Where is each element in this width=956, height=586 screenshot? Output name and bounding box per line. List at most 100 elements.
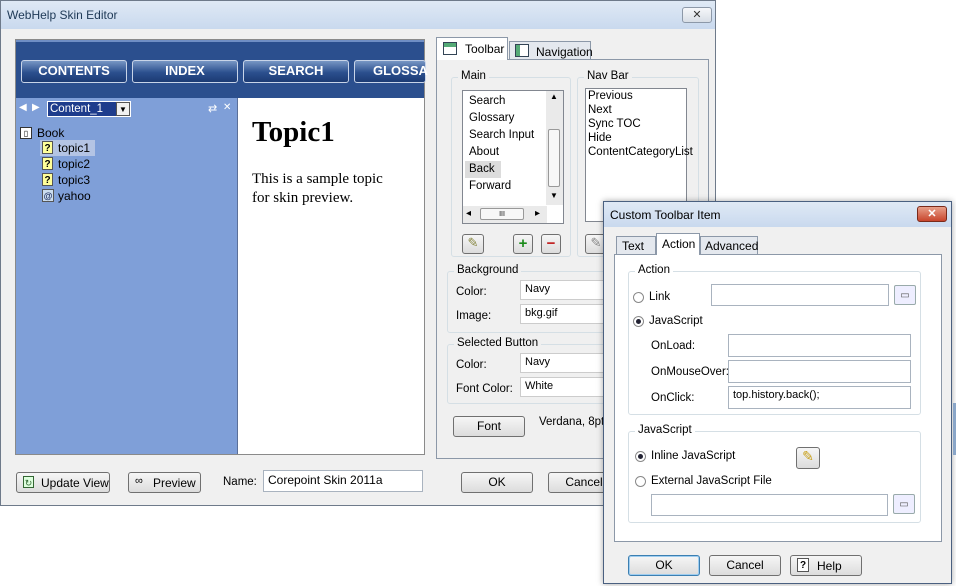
remove-item-button[interactable]: − [541, 234, 561, 254]
add-item-button[interactable]: + [513, 234, 533, 254]
onclick-label: OnClick: [651, 392, 695, 404]
preview-button[interactable]: ∞ Preview [128, 472, 201, 493]
pencil-icon: ✎ [590, 235, 602, 250]
search-nav-button[interactable]: SEARCH [243, 60, 349, 83]
main-group-label: Main [458, 70, 489, 82]
close-button[interactable]: ✕ [682, 7, 712, 23]
folder-icon: ▭ [900, 290, 910, 301]
scroll-down-icon[interactable]: ▼ [550, 191, 558, 200]
javascript-group-label: JavaScript [635, 424, 695, 436]
custom-toolbar-item-dialog: Custom Toolbar Item ✕ Text Action Advanc… [603, 201, 952, 584]
book-icon: ▯ [20, 127, 32, 139]
browse-script-button[interactable]: ▭ [893, 494, 915, 514]
scroll-thumb[interactable] [548, 129, 560, 187]
tab-advanced[interactable]: Advanced [700, 236, 758, 254]
onmouseover-input[interactable] [728, 360, 911, 383]
list-item[interactable]: Previous [586, 89, 633, 103]
toc-content-dropdown[interactable]: Content_1 ▼ [47, 101, 131, 117]
tab-navigation[interactable]: Navigation [509, 41, 593, 60]
list-item[interactable]: Hide [586, 131, 612, 145]
dialog-ok-button[interactable]: OK [628, 555, 700, 576]
external-javascript-input[interactable] [651, 494, 888, 516]
toc-back-icon[interactable]: ◀ [19, 102, 27, 113]
update-view-button[interactable]: ↻ Update View [16, 472, 110, 493]
window-title: WebHelp Skin Editor [7, 8, 118, 22]
toc-item-label: yahoo [58, 189, 91, 203]
tab-label: Action [662, 237, 696, 251]
tab-action[interactable]: Action [656, 233, 700, 255]
onload-label: OnLoad: [651, 340, 696, 352]
chevron-down-icon[interactable]: ▼ [116, 102, 130, 116]
list-item[interactable]: ContentCategoryList [586, 145, 693, 159]
toc-item-topic1[interactable]: ? topic1 [40, 140, 95, 156]
list-item[interactable]: Next [586, 103, 612, 117]
main-items-list[interactable]: Search Glossary Search Input About Back … [462, 90, 564, 224]
list-item[interactable]: Search [463, 93, 545, 110]
toc-item-label: topic2 [58, 157, 91, 171]
toc-item-yahoo[interactable]: @ yahoo [40, 188, 100, 204]
scroll-left-icon[interactable]: ◂ [466, 208, 471, 219]
toc-item-topic3[interactable]: ? topic3 [40, 172, 100, 188]
inline-javascript-radio[interactable] [635, 451, 646, 462]
list-item[interactable]: Forward [463, 178, 545, 195]
vertical-scrollbar[interactable]: ▲ ▼ [546, 91, 563, 205]
list-item[interactable]: Sync TOC [586, 117, 641, 131]
tab-text[interactable]: Text [616, 236, 656, 254]
scroll-right-icon[interactable]: ▸ [535, 208, 540, 219]
list-item-selected[interactable]: Back [465, 161, 501, 178]
tab-label: Advanced [705, 239, 759, 253]
onload-input[interactable] [728, 334, 911, 357]
index-nav-button[interactable]: INDEX [132, 60, 238, 83]
topic-icon: ? [42, 141, 53, 154]
toc-item-topic2[interactable]: ? topic2 [40, 156, 100, 172]
skin-name-input[interactable]: Corepoint Skin 2011a [263, 470, 423, 492]
javascript-label: JavaScript [649, 315, 703, 327]
font-value: Verdana, 8pt, [539, 416, 608, 428]
scroll-thumb[interactable]: III [480, 208, 524, 220]
action-tab-panel: Action Link ▭ JavaScript OnLoad: OnMouse… [614, 254, 942, 542]
bg-image-label: Image: [456, 310, 492, 322]
background-group-label: Background [454, 264, 522, 276]
preview-nav-bar: CONTENTS INDEX SEARCH GLOSSA [16, 40, 428, 98]
contents-nav-button[interactable]: CONTENTS [21, 60, 127, 83]
dialog-close-button[interactable]: ✕ [917, 206, 947, 222]
topic-icon: ? [42, 173, 53, 186]
pencil-icon: ✎ [802, 448, 814, 464]
sync-icon[interactable]: ⇄ [208, 102, 217, 115]
toc-item-label: Book [37, 126, 65, 140]
remote-url-icon: @ [42, 189, 54, 202]
edit-item-button[interactable]: ✎ [462, 234, 484, 254]
browse-link-button[interactable]: ▭ [894, 285, 916, 305]
link-label: Link [649, 291, 671, 303]
horizontal-scrollbar[interactable]: ◂ III ▸ [463, 206, 547, 223]
list-item[interactable]: Search Input [463, 127, 545, 144]
toc-forward-icon[interactable]: ▶ [32, 102, 40, 113]
list-item[interactable]: Glossary [463, 110, 545, 127]
font-color-label: Font Color: [456, 383, 513, 395]
tab-toolbar[interactable]: Toolbar [436, 37, 508, 60]
dialog-help-button[interactable]: ? Help [790, 555, 862, 576]
dialog-cancel-button[interactable]: Cancel [709, 555, 781, 576]
javascript-radio[interactable] [633, 316, 644, 327]
bg-color-label: Color: [456, 286, 487, 298]
external-javascript-radio[interactable] [635, 476, 646, 487]
glasses-icon: ∞ [135, 475, 143, 487]
link-input[interactable] [711, 284, 889, 306]
main-group: Main Search Glossary Search Input About … [451, 70, 571, 257]
link-radio[interactable] [633, 292, 644, 303]
onclick-input[interactable]: top.history.back(); [728, 386, 911, 409]
ok-button[interactable]: OK [461, 472, 533, 493]
folder-icon: ▭ [899, 499, 909, 510]
list-item[interactable]: About [463, 144, 545, 161]
font-button[interactable]: Font [453, 416, 525, 437]
glossary-nav-button[interactable]: GLOSSA [354, 60, 428, 83]
scroll-up-icon[interactable]: ▲ [550, 92, 558, 101]
topic-heading: Topic1 [252, 116, 335, 148]
navigation-tab-icon [515, 44, 529, 57]
toc-item-label: topic1 [58, 141, 91, 155]
toolbar-tab-icon [443, 42, 457, 55]
dialog-title-bar: Custom Toolbar Item ✕ [604, 202, 951, 227]
edit-inline-script-button[interactable]: ✎ [796, 447, 820, 469]
toc-close-icon[interactable]: ✕ [223, 102, 231, 113]
toc-toolbar: ◀ ▶ Content_1 ▼ ⇄ ✕ [16, 100, 238, 118]
